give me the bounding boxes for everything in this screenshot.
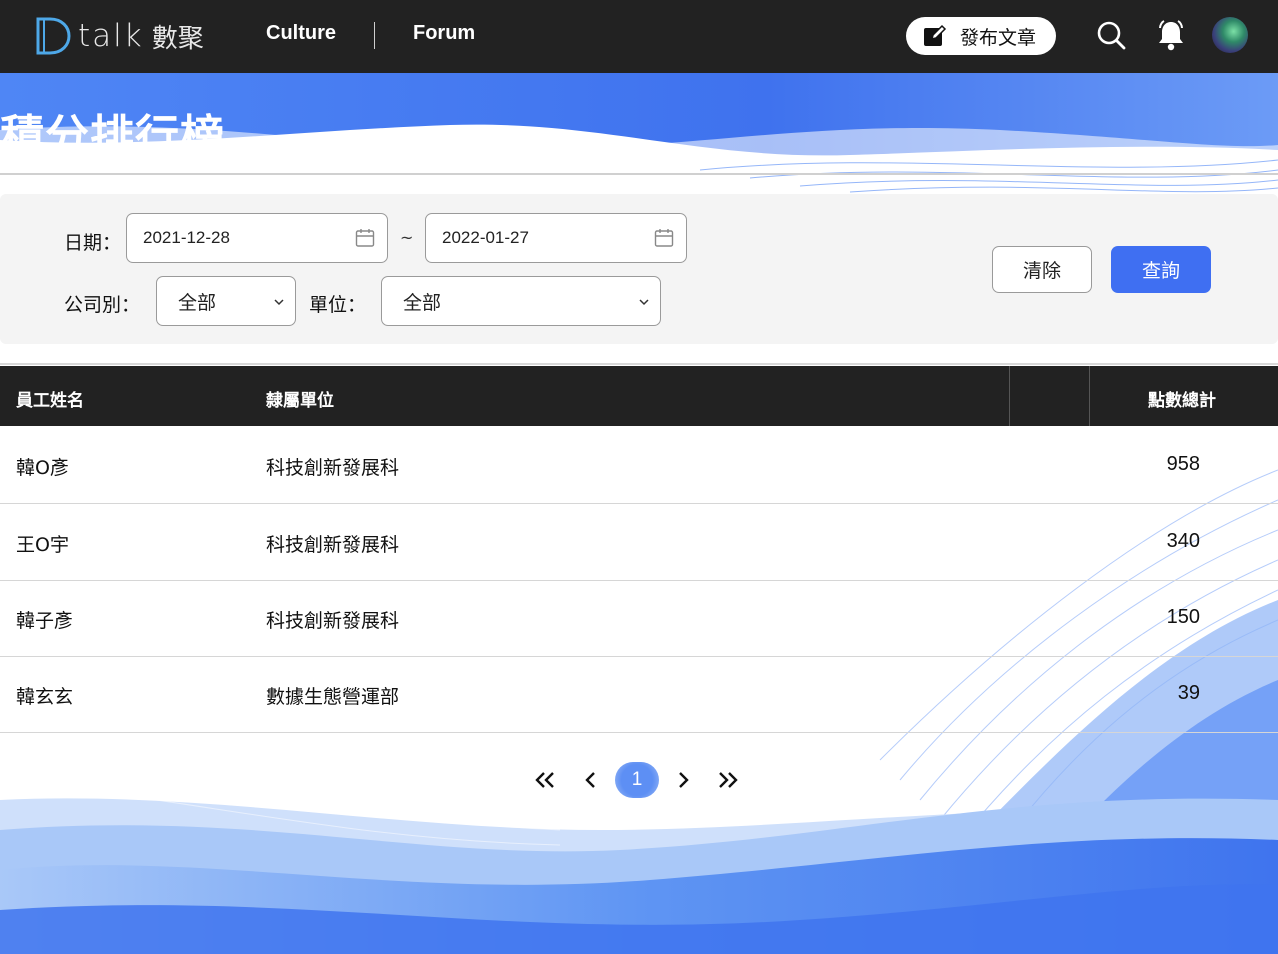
cell-total: 958: [1166, 453, 1200, 475]
table-row: 韓玄玄 數據生態營運部 39: [0, 656, 1278, 733]
cell-total: 150: [1166, 606, 1200, 628]
header-unit[interactable]: 隸屬單位: [266, 386, 334, 411]
table-row: 韓子彥 科技創新發展科 150: [0, 580, 1278, 657]
notification-button[interactable]: [1153, 17, 1189, 53]
page-title: 積分排行榜: [0, 111, 225, 162]
bell-icon: [1159, 20, 1183, 51]
cell-unit: 數據生態營運部: [266, 686, 400, 708]
cell-name: 韓子彥: [16, 610, 74, 632]
logo-subtext: 數聚: [151, 23, 204, 54]
search-button[interactable]: [1093, 17, 1129, 53]
logo-text: talk: [78, 18, 144, 54]
cell-unit: 科技創新發展科: [266, 457, 400, 479]
unit-label: 單位：: [309, 294, 367, 316]
next-page-button[interactable]: [670, 760, 696, 800]
pagination: 1: [0, 760, 1278, 800]
logo[interactable]: talk 數聚: [34, 14, 204, 58]
table-top-divider: [0, 363, 1278, 365]
post-article-label: 發布文章: [960, 26, 1037, 49]
unit-select-value: 全部: [403, 291, 442, 314]
date-label: 日期：: [64, 232, 122, 254]
date-from-input[interactable]: 2021-12-28: [126, 213, 388, 263]
chevron-down-icon: [639, 299, 649, 306]
date-from-value: 2021-12-28: [143, 228, 230, 247]
nav-link-forum[interactable]: Forum: [413, 22, 475, 45]
double-chevron-left-icon: [535, 772, 554, 788]
logo-d-icon: [36, 17, 71, 55]
search-icon: [1097, 21, 1126, 50]
cell-unit: 科技創新發展科: [266, 534, 400, 556]
nav-divider: [374, 22, 375, 49]
unit-select[interactable]: 全部: [381, 276, 661, 326]
top-navbar: talk 數聚 Culture Forum 發布文章: [0, 0, 1278, 73]
post-article-button[interactable]: 發布文章: [906, 17, 1056, 55]
date-to-input[interactable]: 2022-01-27: [425, 213, 687, 263]
first-page-button[interactable]: [530, 760, 560, 800]
user-avatar[interactable]: [1212, 17, 1248, 53]
calendar-icon: [654, 229, 674, 247]
company-label: 公司別：: [64, 294, 141, 316]
last-page-button[interactable]: [713, 760, 743, 800]
table-header: 員工姓名 隸屬單位 點數總計: [0, 366, 1278, 426]
cell-total: 340: [1166, 530, 1200, 552]
cell-name: 王O宇: [16, 534, 69, 556]
company-select[interactable]: 全部: [156, 276, 296, 326]
edit-icon: [924, 24, 947, 46]
chevron-down-icon: [274, 299, 284, 306]
table-row: 韓O彥 科技創新發展科 958: [0, 427, 1278, 504]
nav-link-culture[interactable]: Culture: [266, 22, 336, 45]
calendar-icon: [355, 229, 375, 247]
prev-page-button[interactable]: [578, 760, 604, 800]
header-separator: [1089, 366, 1090, 426]
cell-unit: 科技創新發展科: [266, 610, 400, 632]
double-chevron-right-icon: [719, 772, 738, 788]
cell-name: 韓O彥: [16, 457, 69, 479]
banner-divider: [0, 173, 1278, 175]
chevron-left-icon: [585, 772, 595, 788]
cell-name: 韓玄玄: [16, 686, 74, 708]
company-select-value: 全部: [178, 291, 217, 314]
header-separator: [1009, 366, 1010, 426]
query-button[interactable]: 查詢: [1111, 246, 1211, 293]
chevron-right-icon: [679, 772, 689, 788]
table-row: 王O宇 科技創新發展科 340: [0, 504, 1278, 581]
date-range-separator: ~: [400, 228, 414, 247]
header-points-total[interactable]: 點數總計: [1148, 386, 1216, 411]
page-number-current[interactable]: 1: [615, 762, 659, 798]
header-employee-name[interactable]: 員工姓名: [16, 386, 84, 411]
cell-total: 39: [1177, 682, 1200, 704]
clear-button[interactable]: 清除: [992, 246, 1092, 293]
date-to-value: 2022-01-27: [442, 228, 529, 247]
